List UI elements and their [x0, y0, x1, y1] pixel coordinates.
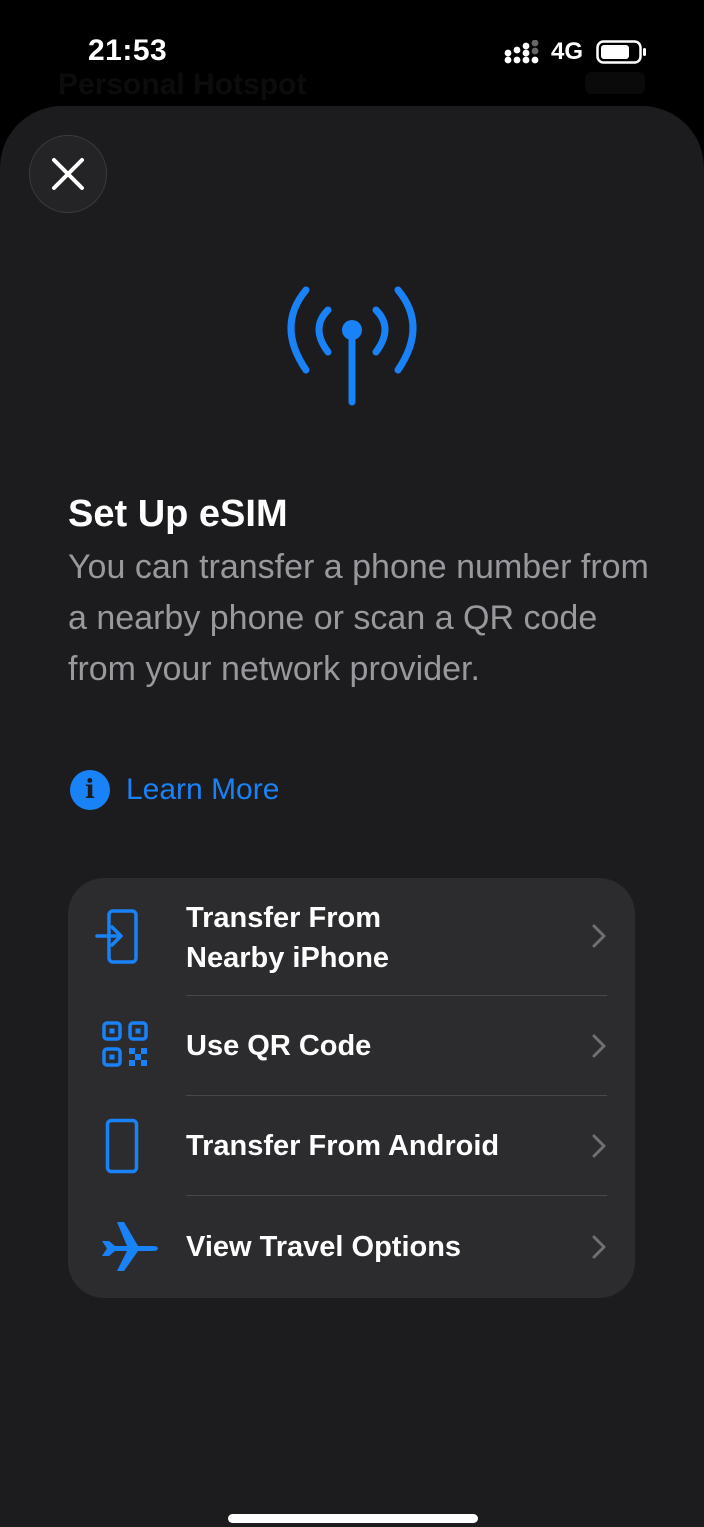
close-button[interactable]: [29, 135, 107, 213]
background-page-title: Personal Hotspot: [58, 68, 307, 101]
signal-dots-icon: [504, 40, 539, 64]
airplane-icon: [102, 1222, 158, 1271]
chevron-right-icon: [592, 1235, 606, 1259]
option-transfer-nearby-iphone[interactable]: Transfer From Nearby iPhone: [68, 878, 635, 996]
sheet-title: Set Up eSIM: [68, 493, 288, 535]
option-label: Use QR Code: [186, 1030, 372, 1062]
option-transfer-from-android[interactable]: Transfer From Android: [68, 1096, 635, 1196]
antenna-icon: [287, 286, 417, 406]
chevron-right-icon: [592, 1134, 606, 1158]
close-icon: [52, 158, 84, 190]
network-type: 4G: [551, 38, 584, 65]
learn-more-label: Learn More: [126, 773, 280, 806]
status-time: 21:53: [88, 34, 168, 67]
info-icon: i: [70, 770, 110, 810]
home-indicator[interactable]: [228, 1514, 478, 1523]
background-toggle: [585, 72, 645, 94]
phone-icon: [105, 1118, 139, 1174]
options-list: Transfer From Nearby iPhone Use QR Code …: [68, 878, 635, 1298]
option-label: Transfer From Android: [186, 1130, 500, 1162]
learn-more-link[interactable]: i Learn More: [70, 770, 279, 810]
chevron-right-icon: [592, 1034, 606, 1058]
option-view-travel-options[interactable]: View Travel Options: [68, 1196, 635, 1298]
battery-icon: [596, 40, 646, 64]
chevron-right-icon: [592, 924, 606, 948]
option-label-line2: Nearby iPhone: [186, 942, 390, 974]
qr-code-icon: [102, 1021, 148, 1067]
sheet-description: You can transfer a phone number from a n…: [68, 548, 649, 688]
option-label: View Travel Options: [186, 1231, 462, 1263]
option-label-line1: Transfer From: [186, 902, 381, 934]
option-use-qr-code[interactable]: Use QR Code: [68, 996, 635, 1096]
transfer-in-icon: [95, 909, 138, 964]
